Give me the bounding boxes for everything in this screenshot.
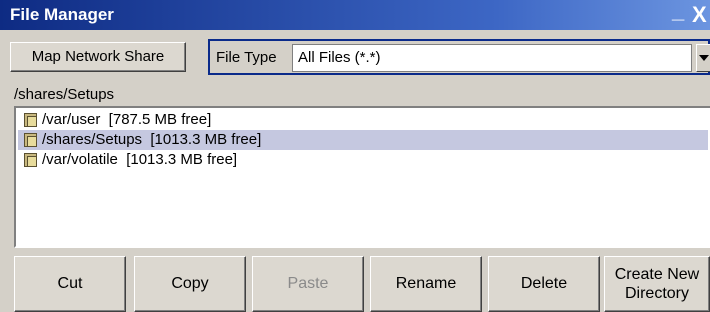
delete-button[interactable]: Delete (488, 256, 600, 312)
rename-button[interactable]: Rename (370, 256, 482, 312)
paste-button[interactable]: Paste (252, 256, 364, 312)
title-bar: File Manager _ X (0, 0, 710, 30)
directory-item-label: /var/user [787.5 MB free] (42, 111, 212, 128)
directory-item-selected[interactable]: /shares/Setups [1013.3 MB free] (18, 130, 708, 150)
file-type-selector[interactable]: File Type All Files (*.*) (208, 39, 710, 75)
folder-icon (24, 113, 37, 127)
directory-item[interactable]: /var/volatile [1013.3 MB free] (18, 150, 708, 170)
file-type-value: All Files (*.*) (298, 49, 381, 66)
directory-list[interactable]: /var/user [787.5 MB free] /shares/Setups… (14, 106, 710, 248)
folder-icon (24, 133, 37, 147)
directory-item[interactable]: /var/user [787.5 MB free] (18, 110, 708, 130)
close-icon[interactable]: X (692, 2, 707, 28)
folder-icon (24, 153, 37, 167)
copy-button[interactable]: Copy (134, 256, 246, 312)
map-network-share-button[interactable]: Map Network Share (10, 42, 186, 72)
dropdown-arrow-icon[interactable] (696, 44, 710, 72)
minimize-icon[interactable]: _ (672, 0, 684, 24)
cut-button[interactable]: Cut (14, 256, 126, 312)
directory-item-label: /shares/Setups [1013.3 MB free] (42, 131, 262, 148)
file-type-label: File Type (216, 49, 277, 66)
current-path-label: /shares/Setups (14, 86, 115, 103)
create-new-directory-label-line2: Directory (624, 285, 689, 302)
create-new-directory-label-line1: Create New (614, 266, 700, 283)
directory-item-label: /var/volatile [1013.3 MB free] (42, 151, 238, 168)
window-title: File Manager (10, 5, 114, 24)
create-new-directory-button[interactable]: Create New Directory (604, 256, 710, 312)
